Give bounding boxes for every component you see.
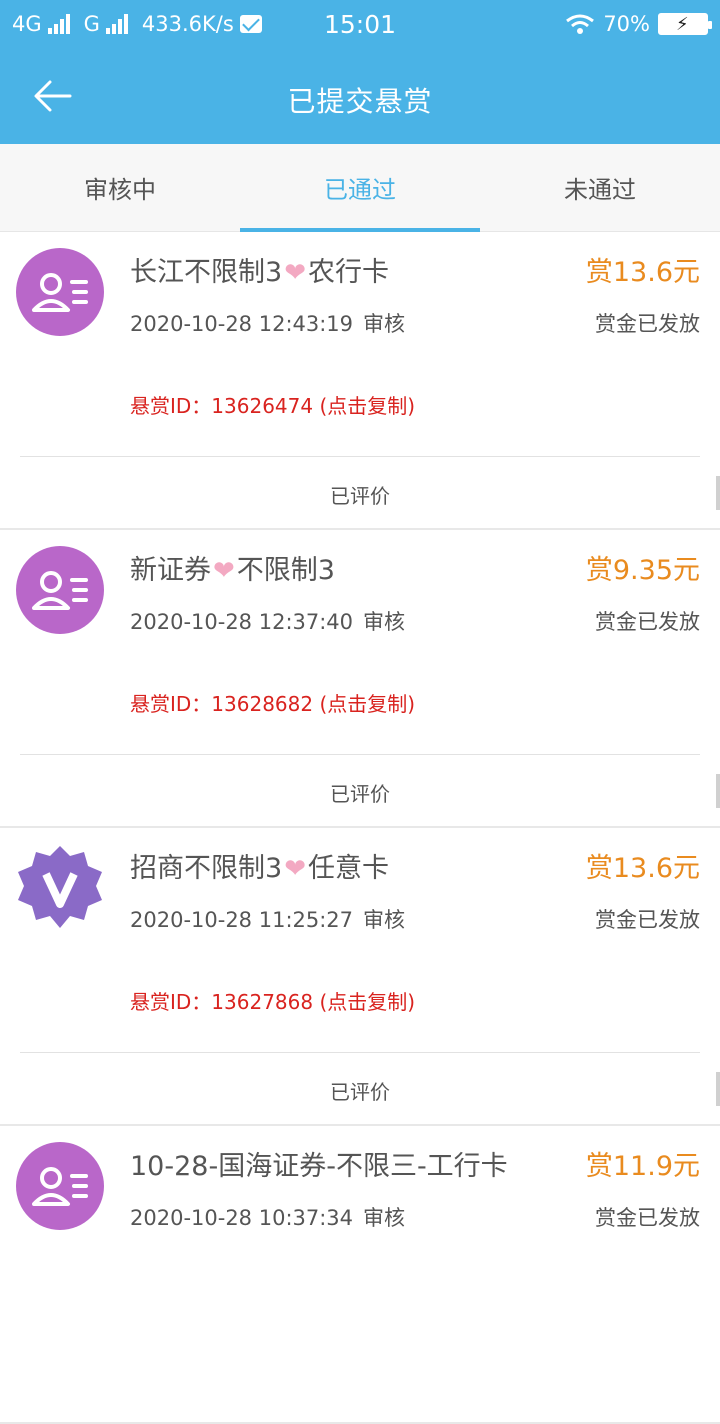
item-title: 招商不限制3❤任意卡 xyxy=(130,846,389,885)
reward-amount: 赏13.6元 xyxy=(585,257,700,288)
item-title: 长江不限制3❤农行卡 xyxy=(130,250,389,289)
timestamp: 2020-10-28 11:25:27 xyxy=(130,908,354,932)
list-item[interactable]: 招商不限制3❤任意卡 赏13.6元 2020-10-28 11:25:27 审核 … xyxy=(0,828,720,1126)
item-title: 新证券❤不限制3 xyxy=(130,548,335,587)
reward-amount: 赏11.9元 xyxy=(585,1151,700,1182)
status-tabs: 审核中 已通过 未通过 xyxy=(0,144,720,232)
item-time: 2020-10-28 10:37:34 审核 xyxy=(130,1202,405,1232)
reward-amount: 赏13.6元 xyxy=(585,853,700,884)
page-title: 已提交悬赏 xyxy=(287,85,433,118)
item-title-part: 不限制3 xyxy=(236,555,335,586)
item-time: 2020-10-28 12:37:40 审核 xyxy=(130,606,405,636)
review-status[interactable]: 已评价 xyxy=(0,1076,720,1105)
item-title-part: 长江不限制3 xyxy=(130,257,283,288)
item-title-part: 招商不限制3 xyxy=(130,853,283,884)
item-title-part: 农行卡 xyxy=(307,257,389,288)
battery-icon: ⚡ xyxy=(658,13,712,35)
item-title-part: 任意卡 xyxy=(307,853,389,884)
reward-id-copy[interactable]: 悬赏ID：13628682 (点击复制) xyxy=(130,688,415,717)
tab-rejected[interactable]: 未通过 xyxy=(480,144,720,231)
payout-status: 赏金已发放 xyxy=(595,908,700,932)
contact-card-icon xyxy=(16,1142,104,1230)
wifi-icon xyxy=(566,14,595,34)
item-time: 2020-10-28 11:25:27 审核 xyxy=(130,904,405,934)
status-right: 70% ⚡ xyxy=(565,12,712,36)
contact-card-icon xyxy=(16,546,104,634)
vip-badge-icon xyxy=(18,846,102,928)
time-label: 审核 xyxy=(363,312,406,336)
time-label: 审核 xyxy=(363,908,406,932)
timestamp: 2020-10-28 12:43:19 xyxy=(130,312,354,336)
scroll-indicator xyxy=(716,476,720,510)
app-header-area: 4G G 433.6K/s 15:01 70% ⚡ 已提交悬赏 xyxy=(0,0,720,144)
heart-icon: ❤ xyxy=(284,854,306,884)
scroll-indicator xyxy=(716,774,720,808)
review-status[interactable]: 已评价 xyxy=(0,480,720,509)
item-title-part: 新证券 xyxy=(130,555,211,586)
payout-status: 赏金已发放 xyxy=(595,312,700,336)
heart-icon: ❤ xyxy=(284,258,306,288)
reward-id-copy[interactable]: 悬赏ID：13627868 (点击复制) xyxy=(130,986,415,1015)
time-label: 审核 xyxy=(363,610,406,634)
divider xyxy=(20,456,700,457)
item-time: 2020-10-28 12:43:19 审核 xyxy=(130,308,405,338)
list-item[interactable]: 长江不限制3❤农行卡 赏13.6元 2020-10-28 12:43:19 审核 … xyxy=(0,232,720,530)
tab-approved[interactable]: 已通过 xyxy=(240,144,480,232)
item-title: 10-28-国海证券-不限三-工行卡 xyxy=(130,1144,508,1183)
timestamp: 2020-10-28 12:37:40 xyxy=(130,610,354,634)
item-title-part: 10-28-国海证券-不限三-工行卡 xyxy=(130,1151,508,1182)
scroll-indicator xyxy=(716,1072,720,1106)
timestamp: 2020-10-28 10:37:34 xyxy=(130,1206,354,1230)
reward-list: 长江不限制3❤农行卡 赏13.6元 2020-10-28 12:43:19 审核 … xyxy=(0,232,720,1424)
heart-icon: ❤ xyxy=(213,556,235,586)
navigation-bar: 已提交悬赏 xyxy=(0,50,720,144)
contact-card-icon xyxy=(16,248,104,336)
time-label: 审核 xyxy=(363,1206,406,1230)
review-status[interactable]: 已评价 xyxy=(0,778,720,807)
list-item[interactable]: 新证券❤不限制3 赏9.35元 2020-10-28 12:37:40 审核 赏金… xyxy=(0,530,720,828)
payout-status: 赏金已发放 xyxy=(595,610,700,634)
divider xyxy=(20,1052,700,1053)
tab-reviewing[interactable]: 审核中 xyxy=(0,144,240,231)
divider xyxy=(20,754,700,755)
reward-amount: 赏9.35元 xyxy=(585,555,700,586)
list-item[interactable]: 10-28-国海证券-不限三-工行卡 赏11.9元 2020-10-28 10:… xyxy=(0,1126,720,1424)
status-bar: 4G G 433.6K/s 15:01 70% ⚡ xyxy=(0,0,720,50)
reward-id-copy[interactable]: 悬赏ID：13626474 (点击复制) xyxy=(130,390,415,419)
battery-percent: 70% xyxy=(603,12,650,36)
payout-status: 赏金已发放 xyxy=(595,1206,700,1230)
